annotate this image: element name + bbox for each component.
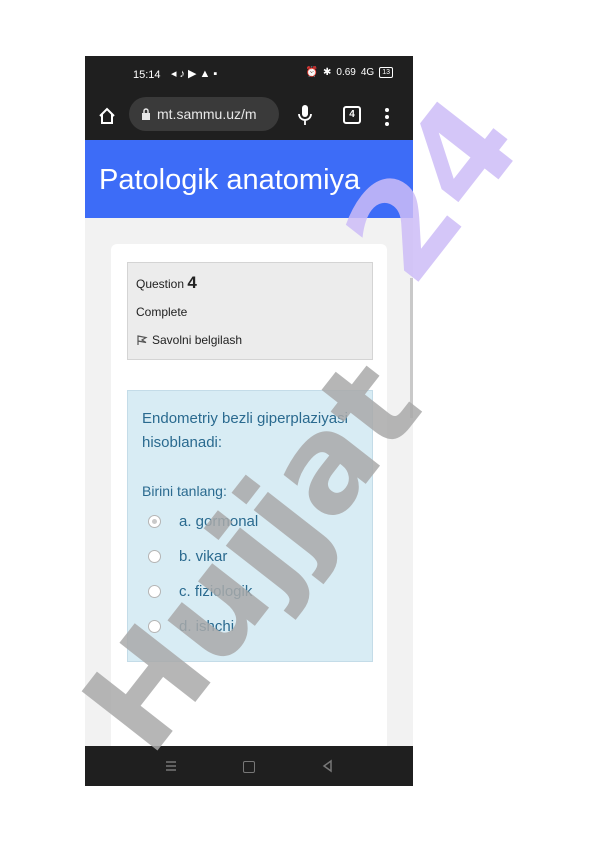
question-card: Question 4 Complete Savolni belgilash En… — [111, 244, 387, 786]
question-number: 4 — [187, 273, 197, 292]
microphone-icon[interactable] — [297, 104, 313, 126]
option-c-label: c. fiziologik — [179, 583, 253, 600]
question-content: Endometriy bezli giperplaziyasi hisoblan… — [127, 390, 373, 662]
question-info: Question 4 Complete Savolni belgilash — [127, 262, 373, 360]
url-field[interactable]: mt.sammu.uz/m — [129, 97, 279, 131]
lock-icon — [142, 108, 150, 120]
option-d[interactable]: d. ishchi — [148, 618, 234, 635]
page-header: Patologik anatomiya — [85, 140, 413, 218]
home-icon[interactable] — [97, 106, 117, 126]
status-bar: 15:14 ◂♪▶▲▪ ⏰ ✱ 0.69 4G 13 — [85, 56, 413, 94]
question-label: Question — [136, 277, 185, 291]
option-a[interactable]: a. gormonal — [148, 513, 258, 530]
scrollbar[interactable] — [410, 278, 413, 418]
question-number-line: Question 4 — [136, 273, 197, 293]
answer-prompt: Birini tanlang: — [142, 483, 227, 499]
flag-question-link[interactable]: Savolni belgilash — [136, 333, 242, 347]
radio-c[interactable] — [148, 585, 161, 598]
option-d-label: d. ishchi — [179, 618, 235, 635]
tab-count-button[interactable]: 4 — [343, 106, 361, 124]
option-b[interactable]: b. vikar — [148, 548, 227, 565]
option-b-label: b. vikar — [179, 548, 228, 565]
radio-b[interactable] — [148, 550, 161, 563]
phone-screen: 15:14 ◂♪▶▲▪ ⏰ ✱ 0.69 4G 13 mt.sammu.uz/m… — [85, 56, 413, 786]
notification-icons: ◂♪▶▲▪ — [171, 68, 221, 80]
network-speed: 0.69 — [336, 67, 356, 78]
option-c[interactable]: c. fiziologik — [148, 583, 252, 600]
recent-apps-icon[interactable] — [165, 759, 177, 773]
back-icon[interactable] — [321, 759, 333, 773]
battery-icon: 13 — [379, 67, 393, 78]
signal-label: 4G — [360, 67, 375, 78]
question-text: Endometriy bezli giperplaziyasi hisoblan… — [142, 410, 348, 451]
bluetooth-icon: ✱ — [323, 67, 332, 78]
system-nav-bar — [85, 746, 413, 786]
more-menu-icon[interactable] — [383, 106, 391, 128]
page-title: Patologik anatomiya — [99, 164, 361, 196]
question-state: Complete — [136, 305, 188, 319]
nav-home-icon[interactable] — [243, 761, 255, 773]
option-a-label: a. gormonal — [179, 513, 259, 530]
radio-a[interactable] — [148, 515, 161, 528]
radio-d[interactable] — [148, 620, 161, 633]
status-right: ⏰ ✱ 0.69 4G 13 — [306, 67, 393, 78]
browser-toolbar: mt.sammu.uz/m 4 — [85, 94, 413, 140]
alarm-icon: ⏰ — [305, 67, 318, 78]
status-time: 15:14 — [133, 69, 161, 81]
flag-icon — [137, 335, 148, 345]
url-text: mt.sammu.uz/m — [157, 106, 257, 122]
flag-label: Savolni belgilash — [152, 333, 243, 347]
